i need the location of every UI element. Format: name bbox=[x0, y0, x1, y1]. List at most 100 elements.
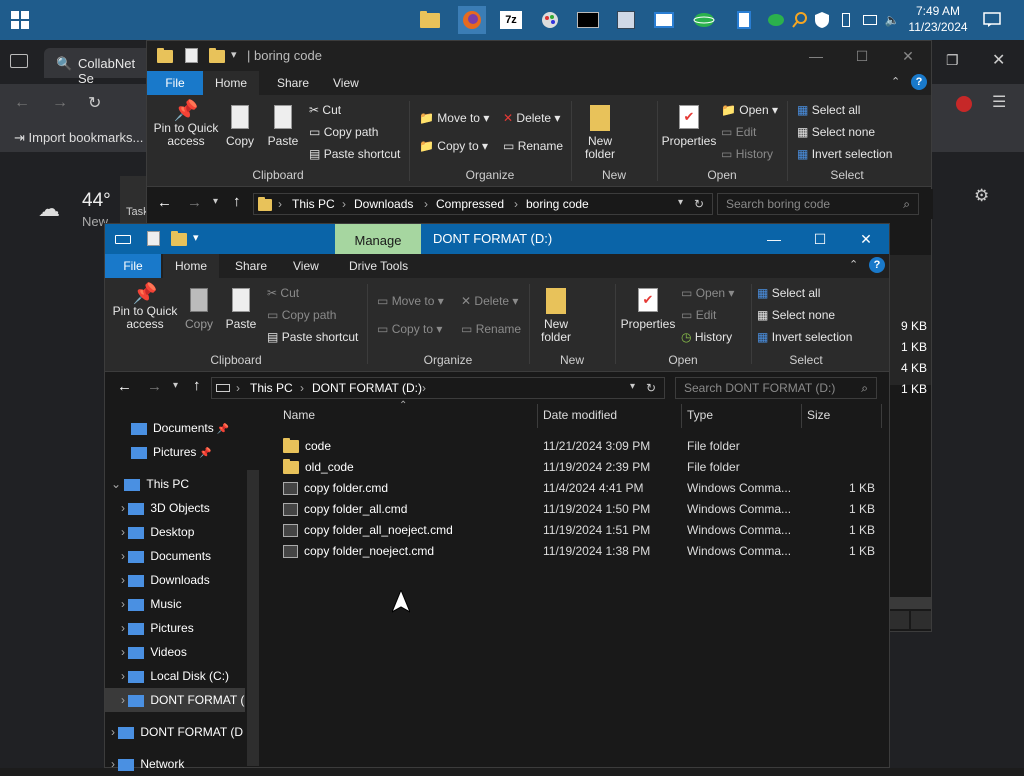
nav-item[interactable]: › Desktop bbox=[121, 520, 194, 544]
chevron-icon[interactable]: › bbox=[121, 597, 128, 611]
chevron-icon[interactable]: › bbox=[121, 693, 128, 707]
column-header-name[interactable]: Name bbox=[283, 402, 315, 428]
back-edit-button[interactable]: ▭ Edit bbox=[721, 125, 756, 139]
tray-app-icon[interactable] bbox=[730, 6, 758, 34]
back-icon[interactable]: ← bbox=[14, 94, 30, 112]
back-history-button[interactable]: ▭ History bbox=[721, 147, 773, 161]
ublock-icon[interactable] bbox=[956, 96, 972, 112]
nav-item[interactable]: › Downloads bbox=[121, 568, 210, 592]
back-properties-icon[interactable] bbox=[185, 48, 198, 63]
column-header-size[interactable]: Size bbox=[807, 402, 830, 428]
file-row[interactable]: copy folder_noeject.cmd 11/19/2024 1:38 P… bbox=[263, 541, 875, 562]
chevron-icon[interactable]: › bbox=[121, 645, 128, 659]
front-collapse-ribbon-icon[interactable]: ⌃ bbox=[849, 258, 858, 271]
nav-item[interactable]: › Videos bbox=[121, 640, 187, 664]
front-tab-drivetools[interactable]: Drive Tools bbox=[337, 254, 420, 278]
column-header-type[interactable]: Type bbox=[687, 402, 713, 428]
chevron-icon[interactable]: › bbox=[121, 501, 128, 515]
front-back-icon[interactable]: ← bbox=[117, 378, 132, 395]
chevron-icon[interactable]: › bbox=[121, 525, 128, 539]
front-help-icon[interactable]: ? bbox=[869, 257, 885, 273]
back-copyto-button[interactable]: 📁 Copy to ▾ bbox=[419, 139, 488, 153]
front-tab-file[interactable]: File bbox=[105, 254, 161, 278]
nav-item[interactable]: › Documents bbox=[121, 544, 211, 568]
front-properties-icon[interactable] bbox=[147, 231, 160, 246]
nav-item[interactable]: Pictures 📌 bbox=[121, 440, 212, 464]
front-qat-dropdown-icon[interactable]: ▾ bbox=[193, 231, 199, 244]
back-delete-button[interactable]: ✕ Delete ▾ bbox=[503, 111, 560, 125]
back-crumb-thispc[interactable]: This PC bbox=[292, 197, 335, 211]
front-cut-button[interactable]: ✂ Cut bbox=[267, 286, 299, 300]
back-help-icon[interactable]: ? bbox=[911, 74, 927, 90]
front-address-dropdown-icon[interactable]: ▾ bbox=[630, 381, 635, 392]
front-up-icon[interactable]: ↑ bbox=[193, 377, 201, 394]
back-tab-home[interactable]: Home bbox=[203, 71, 260, 95]
back-crumb-compressed[interactable]: Compressed bbox=[436, 197, 504, 211]
back-copypath-button[interactable]: ▭ Copy path bbox=[309, 125, 378, 139]
front-crumb-drive[interactable]: DONT FORMAT (D:) bbox=[312, 381, 422, 395]
front-crumb-thispc[interactable]: This PC bbox=[250, 381, 293, 395]
chevron-icon[interactable]: › bbox=[121, 621, 128, 635]
back-newfolder-button[interactable]: New folder bbox=[579, 105, 621, 161]
file-row[interactable]: copy folder.cmd 11/4/2024 4:41 PM Windows … bbox=[263, 478, 875, 499]
front-moveto-button[interactable]: ▭ Move to ▾ bbox=[377, 294, 444, 308]
front-maximize-button[interactable]: ☐ bbox=[797, 224, 843, 254]
back-search-input[interactable]: Search boring code ⌕ bbox=[717, 193, 919, 215]
back-details-view-icon[interactable] bbox=[889, 611, 909, 629]
import-bookmarks-link[interactable]: ⇥ Import bookmarks... bbox=[14, 130, 143, 146]
back-newfolder-icon[interactable] bbox=[209, 48, 225, 64]
front-recent-icon[interactable]: ▾ bbox=[173, 380, 178, 391]
front-copyto-button[interactable]: ▭ Copy to ▾ bbox=[377, 322, 442, 336]
back-cut-button[interactable]: ✂ Cut bbox=[309, 103, 341, 117]
back-pasteshortcut-button[interactable]: ▤ Paste shortcut bbox=[309, 147, 400, 161]
reload-icon[interactable]: ↻ bbox=[88, 93, 101, 113]
back-close-button[interactable]: ✕ bbox=[885, 41, 931, 71]
file-row[interactable]: old_code 11/19/2024 2:39 PM File folder bbox=[263, 457, 863, 478]
back-rename-button[interactable]: ▭ Rename bbox=[503, 139, 563, 153]
forward-icon[interactable]: → bbox=[52, 94, 68, 112]
front-delete-button[interactable]: ✕ Delete ▾ bbox=[461, 294, 518, 308]
back-crumb-boringcode[interactable]: boring code bbox=[526, 197, 589, 211]
back-maximize-button[interactable]: ☐ bbox=[839, 41, 885, 71]
nav-item[interactable]: › 3D Objects bbox=[121, 496, 210, 520]
file-row[interactable]: code 11/21/2024 3:09 PM File folder bbox=[263, 436, 863, 457]
front-pasteshortcut-button[interactable]: ▤ Paste shortcut bbox=[267, 330, 358, 344]
firefox-taskbar-icon[interactable] bbox=[458, 6, 486, 34]
column-header-date[interactable]: Date modified bbox=[543, 402, 617, 428]
7zip-taskbar-icon[interactable]: 7z bbox=[497, 6, 525, 34]
back-crumb-downloads[interactable]: Downloads bbox=[354, 197, 413, 211]
window-taskbar-icon[interactable] bbox=[650, 6, 678, 34]
front-copypath-button[interactable]: ▭ Copy path bbox=[267, 308, 336, 322]
menu-icon[interactable]: ☰ bbox=[992, 92, 1006, 112]
back-minimize-button[interactable]: — bbox=[793, 41, 839, 71]
front-selectall-button[interactable]: ▦ Select all bbox=[757, 286, 820, 300]
front-newfolder-icon[interactable] bbox=[171, 231, 187, 247]
back-selectnone-button[interactable]: ▦ Select none bbox=[797, 125, 875, 139]
back-open-button[interactable]: 📁 Open ▾ bbox=[721, 103, 778, 117]
paint-taskbar-icon[interactable] bbox=[536, 6, 564, 34]
back-address-dropdown-icon[interactable]: ▾ bbox=[678, 197, 683, 208]
front-manage-tab[interactable]: Manage bbox=[335, 224, 421, 254]
tab-overview-icon[interactable] bbox=[10, 54, 28, 68]
front-close-button[interactable]: ✕ bbox=[843, 224, 889, 254]
back-paste-button[interactable]: Paste bbox=[265, 105, 301, 148]
back-recent-icon[interactable]: ▾ bbox=[213, 196, 218, 207]
front-tab-share[interactable]: Share bbox=[223, 254, 279, 278]
back-copy-button[interactable]: Copy bbox=[223, 105, 257, 148]
front-selectnone-button[interactable]: ▦ Select none bbox=[757, 308, 835, 322]
front-tab-home[interactable]: Home bbox=[163, 254, 220, 278]
terminal-taskbar-icon[interactable] bbox=[574, 6, 602, 34]
settings-gear-icon[interactable]: ⚙ bbox=[974, 186, 989, 206]
back-selectall-button[interactable]: ▦ Select all bbox=[797, 103, 860, 117]
back-back-icon[interactable]: ← bbox=[157, 194, 172, 211]
clock[interactable]: 7:49 AM 11/23/2024 bbox=[902, 3, 974, 35]
back-pin-button[interactable]: 📌 Pin to Quick access bbox=[151, 101, 221, 148]
back-forward-icon[interactable]: → bbox=[187, 194, 202, 211]
chevron-icon[interactable]: › bbox=[111, 757, 118, 771]
nav-item[interactable]: › Pictures bbox=[121, 616, 194, 640]
network-globe-taskbar-icon[interactable] bbox=[690, 6, 718, 34]
back-qat-dropdown-icon[interactable]: ▾ bbox=[231, 48, 237, 61]
front-tab-view[interactable]: View bbox=[281, 254, 331, 278]
chevron-icon[interactable]: › bbox=[121, 669, 128, 683]
file-explorer-taskbar-icon[interactable] bbox=[416, 6, 444, 34]
